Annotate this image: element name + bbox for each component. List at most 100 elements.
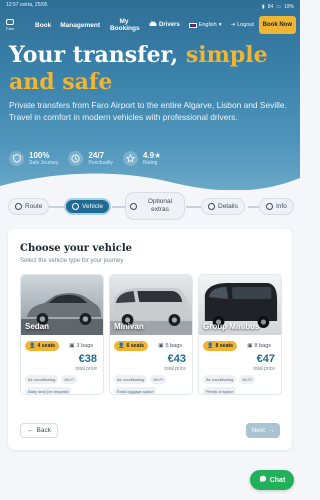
step-vehicle[interactable]: Vehicle xyxy=(64,198,111,215)
step-extras-indicator-icon xyxy=(130,202,137,210)
step-info[interactable]: Info xyxy=(259,198,294,215)
vehicle-option-sedan[interactable]: Sedan 👤 4 seats ▣ 3 bags €38 total price A… xyxy=(20,274,104,395)
logo-mark xyxy=(6,19,14,25)
feature-tag: Plenty of space xyxy=(203,387,237,394)
price-label: total price xyxy=(164,366,186,372)
logo-text: Faro xyxy=(6,26,15,31)
vehicle-option-minivan[interactable]: Minivan 👤 6 seats ▣ 5 bags €43 total price… xyxy=(109,274,193,395)
language-select[interactable]: English ▾ xyxy=(188,22,222,28)
chat-icon xyxy=(259,475,267,485)
vehicle-meta: 👤 4 seats ▣ 3 bags xyxy=(25,341,99,351)
bags-label: 8 bags xyxy=(254,343,271,349)
clock-icon xyxy=(68,151,84,166)
vehicle-name-sedan: Sedan xyxy=(25,322,50,331)
feature-tags: Air conditioning Wi-Fi Plenty of space xyxy=(203,375,279,394)
vehicle-meta: 👤 6 seats ▣ 5 bags xyxy=(114,341,188,351)
bags-label: 3 bags xyxy=(76,343,93,349)
step-connector xyxy=(186,206,202,208)
vehicle-selection-card: Choose your vehicle Select the vehicle t… xyxy=(8,229,292,450)
feature-tag: Air conditioning xyxy=(203,375,237,384)
feature-tag: Wi-Fi xyxy=(150,375,166,384)
next-button[interactable]: Next → xyxy=(246,423,280,438)
chat-button[interactable]: Chat xyxy=(250,470,294,490)
stat-rating: 4.9★ Rating xyxy=(122,151,162,166)
person-icon: 👤 xyxy=(207,343,214,349)
chat-label: Chat xyxy=(269,476,286,484)
price-label: total price xyxy=(253,366,275,372)
step-optional-extras[interactable]: Optional extras xyxy=(125,192,185,220)
luggage-icon: ▣ xyxy=(69,343,75,349)
status-date: ceirta, 25/05 xyxy=(19,2,48,8)
shield-icon xyxy=(9,151,24,166)
logout-icon: ⇥ xyxy=(230,22,236,28)
car-icon xyxy=(149,21,157,29)
back-label: Back xyxy=(36,427,51,434)
battery-icon: ▭ xyxy=(276,4,281,10)
top-nav: Faro Book Management My Bookings Drivers… xyxy=(6,14,296,36)
status-bar: 12:57 ceirta, 25/05 ▮ 84 ▭ 19% xyxy=(6,2,294,12)
nav-management[interactable]: Management xyxy=(60,22,100,29)
logout-label: Logout xyxy=(237,22,254,28)
star-icon xyxy=(122,151,138,166)
vehicle-price-minibus: €47 xyxy=(256,353,275,365)
back-button[interactable]: ← Back xyxy=(20,423,58,438)
step-vehicle-indicator-icon xyxy=(72,203,79,210)
logo[interactable]: Faro xyxy=(6,17,26,33)
seats-badge: 👤 4 seats xyxy=(25,341,60,351)
step-route-label: Route xyxy=(25,203,43,210)
step-vehicle-label: Vehicle xyxy=(82,203,103,210)
vehicle-name-minibus: Group Minibus xyxy=(203,322,260,331)
feature-tag: Extra luggage space xyxy=(114,387,157,394)
book-now-button[interactable]: Book Now xyxy=(258,16,296,34)
vehicle-image-minivan: Minivan xyxy=(110,275,192,335)
vehicle-list: Sedan 👤 4 seats ▣ 3 bags €38 total price A… xyxy=(20,274,284,395)
bags-label: 5 bags xyxy=(165,343,182,349)
nav-my-bookings[interactable]: My Bookings xyxy=(110,18,140,32)
logout-button[interactable]: ⇥ Logout xyxy=(230,22,253,28)
stat-rating-value: 4.9★ xyxy=(142,151,162,160)
feature-tags: Air conditioning Wi-Fi Extra luggage spa… xyxy=(114,375,190,394)
vehicle-name-minivan: Minivan xyxy=(114,322,144,331)
step-connector xyxy=(112,206,126,208)
hero-stats: 100% Safe Journey 24/7 Punctuality 4.9★ … xyxy=(9,151,161,166)
hero-title: Your transfer, simple and safe xyxy=(9,42,294,96)
hero-title-accent-1: simple xyxy=(185,42,268,68)
status-time: 12:57 xyxy=(6,2,19,8)
hero-wave xyxy=(0,173,300,190)
uk-flag-icon xyxy=(188,22,197,28)
step-info-indicator-icon xyxy=(266,203,273,210)
seats-badge: 👤 8 seats xyxy=(203,341,238,351)
vehicle-section-subtitle: Select the vehicle type for your journey xyxy=(20,258,124,264)
step-route-indicator-icon xyxy=(15,203,22,210)
vehicle-option-group-minibus[interactable]: Group Minibus 👤 8 seats ▣ 8 bags €47 total… xyxy=(198,274,282,395)
stat-safe-label: Safe Journey xyxy=(29,160,59,166)
vehicle-price-sedan: €38 xyxy=(78,353,97,365)
booking-stepper: Route Vehicle Optional extras Details In… xyxy=(8,192,294,220)
vehicle-section-title: Choose your vehicle xyxy=(20,243,133,254)
hero-title-accent-2: and safe xyxy=(9,69,113,95)
nav-book[interactable]: Book xyxy=(35,22,51,29)
luggage-icon: ▣ xyxy=(158,343,164,349)
hero-subtitle: Private transfers from Faro Airport to t… xyxy=(9,100,287,122)
person-icon: 👤 xyxy=(118,343,125,349)
arrow-left-icon: ← xyxy=(27,427,34,434)
step-details[interactable]: Details xyxy=(201,198,245,215)
hero-section: 12:57 ceirta, 25/05 ▮ 84 ▭ 19% Faro Book… xyxy=(0,0,300,190)
seats-label: 4 seats xyxy=(37,343,56,349)
vehicle-image-sedan: Sedan xyxy=(21,275,103,335)
stat-rating-label: Rating xyxy=(142,160,158,166)
step-route[interactable]: Route xyxy=(8,198,50,215)
feature-tag: Air conditioning xyxy=(114,375,148,384)
step-details-label: Details xyxy=(218,203,238,210)
bags-info: ▣ 8 bags xyxy=(247,343,271,349)
status-battery: 19% xyxy=(283,4,294,10)
vehicle-price-minivan: €43 xyxy=(167,353,186,365)
seats-badge: 👤 6 seats xyxy=(114,341,149,351)
nav-drivers[interactable]: Drivers xyxy=(149,21,180,29)
price-label: total price xyxy=(75,366,97,372)
chevron-down-icon: ▾ xyxy=(218,22,222,28)
step-info-label: Info xyxy=(276,203,287,210)
stat-punctuality: 24/7 Punctuality xyxy=(68,151,113,166)
luggage-icon: ▣ xyxy=(247,343,253,349)
bags-info: ▣ 5 bags xyxy=(158,343,182,349)
